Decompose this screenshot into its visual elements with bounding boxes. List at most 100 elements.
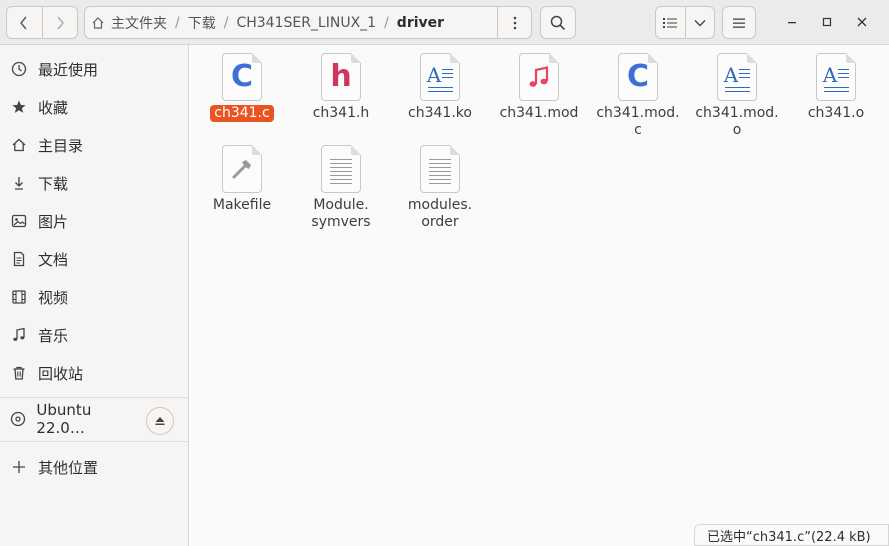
text-document-icon: A	[717, 53, 757, 101]
crumb-ch341ser[interactable]: CH341SER_LINUX_1	[230, 15, 382, 31]
plus-icon	[0, 460, 38, 474]
sidebar-item-label: 文档	[38, 250, 69, 269]
makefile-icon	[222, 145, 262, 193]
home-icon	[0, 137, 38, 153]
crumb-driver[interactable]: driver	[391, 15, 450, 31]
forward-button[interactable]	[41, 7, 77, 38]
file-name: Module. symvers	[311, 197, 371, 230]
crumb-home-label: 主文件夹	[111, 15, 167, 32]
chevron-left-icon	[20, 16, 28, 29]
disc-icon	[0, 411, 36, 427]
sidebar-item-trash[interactable]: 回收站	[0, 354, 188, 392]
image-icon	[0, 213, 38, 229]
file-item-ch341-mod-c[interactable]: C ch341.mod. c	[589, 53, 687, 139]
view-toggle-group	[655, 6, 715, 39]
sidebar-item-label: 最近使用	[38, 60, 99, 79]
music-icon	[0, 327, 38, 343]
file-item-ch341-o[interactable]: A ch341.o	[787, 53, 885, 122]
chevron-down-icon	[694, 19, 706, 26]
sidebar-item-downloads[interactable]: 下载	[0, 164, 188, 202]
kebab-menu-icon	[513, 16, 516, 29]
crumb-label: 下载	[187, 15, 216, 32]
sidebar-divider	[0, 441, 188, 442]
view-options-button[interactable]	[684, 7, 714, 38]
chevron-right-icon	[57, 16, 64, 29]
star-icon	[0, 99, 38, 115]
file-name: ch341.h	[312, 105, 370, 121]
sidebar-item-label: 音乐	[38, 326, 69, 345]
sidebar-item-label: Ubuntu 22.0…	[36, 401, 92, 437]
minimize-button[interactable]	[780, 10, 804, 34]
file-name: ch341.mod. c	[596, 105, 680, 138]
sidebar-item-label: 其他位置	[38, 458, 99, 477]
navigation-buttons	[6, 6, 78, 39]
plain-text-file-icon	[420, 145, 460, 193]
crumb-downloads[interactable]: 下载	[182, 13, 222, 33]
file-item-ch341-h[interactable]: h ch341.h	[292, 53, 390, 122]
crumb-home[interactable]: 主文件夹	[85, 13, 173, 33]
c-source-file-icon: C	[222, 53, 262, 101]
file-item-modules-order[interactable]: modules. order	[391, 145, 489, 231]
sidebar-item-documents[interactable]: 文档	[0, 240, 188, 278]
home-icon	[92, 16, 104, 29]
sidebar: 最近使用 收藏 主目录 下载 图片 文档 视频 音乐 回收站 Ubuntu 22…	[0, 45, 189, 546]
list-view-icon	[663, 17, 678, 28]
sidebar-item-label: 收藏	[38, 98, 69, 117]
sidebar-divider	[0, 397, 188, 398]
audio-file-icon	[519, 53, 559, 101]
sidebar-item-other-locations[interactable]: 其他位置	[0, 448, 188, 486]
film-icon	[0, 289, 38, 305]
eject-button[interactable]	[146, 407, 174, 435]
sidebar-item-videos[interactable]: 视频	[0, 278, 188, 316]
file-name: ch341.ko	[408, 105, 472, 121]
file-item-ch341-c[interactable]: C ch341.c	[193, 53, 291, 122]
crumb-separator: /	[384, 14, 389, 31]
search-button[interactable]	[540, 6, 576, 39]
path-menu-button[interactable]	[497, 6, 532, 39]
status-bar: 已选中“ch341.c”(22.4 kB)	[694, 524, 889, 546]
sidebar-item-starred[interactable]: 收藏	[0, 88, 188, 126]
sidebar-item-label: 回收站	[38, 364, 84, 383]
sidebar-item-music[interactable]: 音乐	[0, 316, 188, 354]
list-view-button[interactable]	[656, 7, 685, 38]
file-name: ch341.c	[210, 105, 274, 122]
trash-icon	[0, 365, 38, 381]
main-menu-button[interactable]	[722, 6, 756, 39]
crumb-label: CH341SER_LINUX_1	[236, 14, 377, 31]
text-document-icon: A	[420, 53, 460, 101]
document-icon	[0, 251, 38, 267]
minimize-icon	[788, 22, 796, 24]
eject-icon	[155, 417, 165, 425]
c-source-file-icon: C	[618, 53, 658, 101]
maximize-icon	[822, 17, 832, 27]
selection-status: 已选中“ch341.c”(22.4 kB)	[707, 529, 871, 545]
plain-text-file-icon	[321, 145, 361, 193]
sidebar-item-label: 主目录	[38, 136, 84, 155]
sidebar-item-ubuntu-disc[interactable]: Ubuntu 22.0…	[0, 400, 140, 438]
download-icon	[0, 175, 38, 191]
file-name: ch341.o	[807, 105, 865, 121]
maximize-button[interactable]	[815, 10, 839, 34]
sidebar-item-home[interactable]: 主目录	[0, 126, 188, 164]
back-button[interactable]	[7, 7, 42, 38]
close-button[interactable]	[850, 10, 874, 34]
file-item-ch341-mod[interactable]: ch341.mod	[490, 53, 588, 122]
file-name: modules. order	[407, 197, 473, 230]
file-item-ch341-ko[interactable]: A ch341.ko	[391, 53, 489, 122]
sidebar-item-label: 视频	[38, 288, 69, 307]
c-header-file-icon: h	[321, 53, 361, 101]
search-icon	[550, 15, 566, 30]
file-item-makefile[interactable]: Makefile	[193, 145, 291, 214]
sidebar-item-pictures[interactable]: 图片	[0, 202, 188, 240]
crumb-separator: /	[223, 14, 229, 31]
crumb-separator: /	[175, 14, 180, 31]
file-item-ch341-mod-o[interactable]: A ch341.mod. o	[688, 53, 786, 139]
path-bar: 主文件夹 / 下载 / CH341SER_LINUX_1 / driver	[84, 6, 498, 39]
close-icon	[857, 17, 867, 27]
file-item-module-symvers[interactable]: Module. symvers	[292, 145, 390, 231]
sidebar-item-recent[interactable]: 最近使用	[0, 50, 188, 88]
file-name: Makefile	[212, 197, 272, 213]
sidebar-item-label: 图片	[38, 212, 69, 231]
text-document-icon: A	[816, 53, 856, 101]
crumb-label: driver	[396, 14, 445, 31]
